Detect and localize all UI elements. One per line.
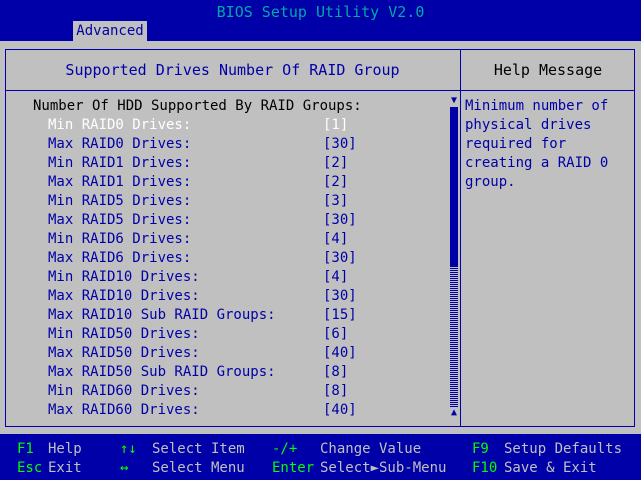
horizontal-divider [5, 90, 635, 91]
setting-value: [8] [323, 383, 349, 399]
key-f9: F9 [472, 441, 489, 457]
setting-label: Max RAID50 Sub RAID Groups: [48, 364, 276, 380]
help-line: Minimum number of [465, 98, 609, 114]
setting-label: Max RAID5 Drives: [48, 212, 192, 228]
setting-label: Max RAID10 Drives: [48, 288, 200, 304]
setting-max-raid50-sub-groups[interactable]: Max RAID50 Sub RAID Groups: [8] [48, 363, 448, 382]
help-header: Help Message [493, 61, 603, 79]
setting-value: [4] [323, 269, 349, 285]
setting-max-raid10-drives[interactable]: Max RAID10 Drives: [30] [48, 287, 448, 306]
key-desc: Change Value [320, 441, 422, 457]
scrollbar[interactable]: ▼ ▲ [448, 95, 460, 420]
setting-min-raid60-drives[interactable]: Min RAID60 Drives: [8] [48, 382, 448, 401]
updown-arrows-icon: ↑↓ [120, 441, 137, 457]
setting-label: Min RAID6 Drives: [48, 231, 192, 247]
setting-max-raid0-drives[interactable]: Max RAID0 Drives: [30] [48, 135, 448, 154]
setting-max-raid10-sub-groups[interactable]: Max RAID10 Sub RAID Groups: [15] [48, 306, 448, 325]
key-enter: Enter [272, 460, 315, 476]
setting-value: [15] [323, 307, 357, 323]
setting-label: Min RAID50 Drives: [48, 326, 200, 342]
main-panel: Supported Drives Number Of RAID Group He… [0, 41, 641, 434]
scrollbar-thumb[interactable] [450, 107, 458, 266]
legend-f1-help: F1 Help [17, 440, 82, 459]
setting-label: Min RAID0 Drives: [48, 117, 192, 133]
setting-min-raid6-drives[interactable]: Min RAID6 Drives: [4] [48, 230, 448, 249]
section-header: Supported Drives Number Of RAID Group [65, 61, 400, 79]
legend-enter-submenu: Enter Select►Sub-Menu [272, 459, 446, 478]
setting-value: [30] [323, 136, 357, 152]
help-line: group. [465, 174, 516, 190]
legend-select-menu: ↔ Select Menu [120, 459, 245, 478]
key-desc: Save & Exit [504, 460, 597, 476]
setting-value: [30] [323, 212, 357, 228]
help-line: physical drives [465, 117, 592, 133]
help-message: Minimum number of physical drives requir… [465, 97, 631, 192]
legend-f9-defaults: F9 Setup Defaults [472, 440, 622, 459]
key-legend: F1 Help Esc Exit ↑↓ Select Item ↔ Select… [0, 434, 641, 480]
legend-f10-save-exit: F10 Save & Exit [472, 459, 597, 478]
setting-min-raid5-drives[interactable]: Min RAID5 Drives: [3] [48, 192, 448, 211]
setting-max-raid6-drives[interactable]: Max RAID6 Drives: [30] [48, 249, 448, 268]
setting-value: [3] [323, 193, 349, 209]
setting-label: Min RAID1 Drives: [48, 155, 192, 171]
vertical-divider [460, 49, 461, 427]
legend-change-value: -/+ Change Value [272, 440, 421, 459]
leftright-arrows-icon: ↔ [120, 460, 129, 476]
setting-label: Max RAID0 Drives: [48, 136, 192, 152]
setting-label: Max RAID10 Sub RAID Groups: [48, 307, 276, 323]
setting-value: [4] [323, 231, 349, 247]
setting-min-raid1-drives[interactable]: Min RAID1 Drives: [2] [48, 154, 448, 173]
setting-value: [40] [323, 402, 357, 418]
setting-value: [2] [323, 174, 349, 190]
key-desc: Select►Sub-Menu [320, 460, 447, 476]
key-f1: F1 [17, 441, 34, 457]
help-line: creating a RAID 0 [465, 155, 609, 171]
legend-select-item: ↑↓ Select Item [120, 440, 245, 459]
setting-max-raid5-drives[interactable]: Max RAID5 Drives: [30] [48, 211, 448, 230]
key-esc: Esc [17, 460, 43, 476]
scroll-arrow-top-icon[interactable]: ▼ [448, 95, 460, 107]
group-title: Number Of HDD Supported By RAID Groups: [33, 98, 362, 114]
setting-value: [30] [323, 250, 357, 266]
legend-esc-exit: Esc Exit [17, 459, 82, 478]
setting-value: [6] [323, 326, 349, 342]
setting-label: Max RAID50 Drives: [48, 345, 200, 361]
window-title: BIOS Setup Utility V2.0 [216, 3, 425, 21]
setting-min-raid50-drives[interactable]: Min RAID50 Drives: [6] [48, 325, 448, 344]
key-desc: Help [48, 441, 82, 457]
setting-label: Max RAID6 Drives: [48, 250, 192, 266]
setting-max-raid60-drives[interactable]: Max RAID60 Drives: [40] [48, 401, 448, 420]
setting-value: [8] [323, 364, 349, 380]
key-desc: Select Item [152, 441, 245, 457]
key-desc: Exit [48, 460, 82, 476]
setting-label: Max RAID60 Drives: [48, 402, 200, 418]
setting-max-raid1-drives[interactable]: Max RAID1 Drives: [2] [48, 173, 448, 192]
key-desc: Setup Defaults [504, 441, 623, 457]
setting-label: Min RAID60 Drives: [48, 383, 200, 399]
setting-value: [30] [323, 288, 357, 304]
setting-label: Min RAID10 Drives: [48, 269, 200, 285]
scroll-arrow-bottom-icon[interactable]: ▲ [448, 407, 460, 419]
setting-min-raid10-drives[interactable]: Min RAID10 Drives: [4] [48, 268, 448, 287]
settings-list: Min RAID0 Drives: [1] Max RAID0 Drives: [3… [48, 116, 448, 420]
setting-max-raid50-drives[interactable]: Max RAID50 Drives: [40] [48, 344, 448, 363]
setting-value: [2] [323, 155, 349, 171]
setting-value: [40] [323, 345, 357, 361]
setting-value: [1] [323, 117, 349, 133]
key-f10: F10 [472, 460, 498, 476]
help-line: required for [465, 136, 567, 152]
setting-min-raid0-drives[interactable]: Min RAID0 Drives: [1] [48, 116, 448, 135]
setting-label: Max RAID1 Drives: [48, 174, 192, 190]
tab-advanced[interactable]: Advanced [73, 21, 147, 41]
key-desc: Select Menu [152, 460, 245, 476]
key-plus-minus: -/+ [272, 441, 298, 457]
title-bar: BIOS Setup Utility V2.0 Advanced [0, 0, 641, 41]
setting-label: Min RAID5 Drives: [48, 193, 192, 209]
